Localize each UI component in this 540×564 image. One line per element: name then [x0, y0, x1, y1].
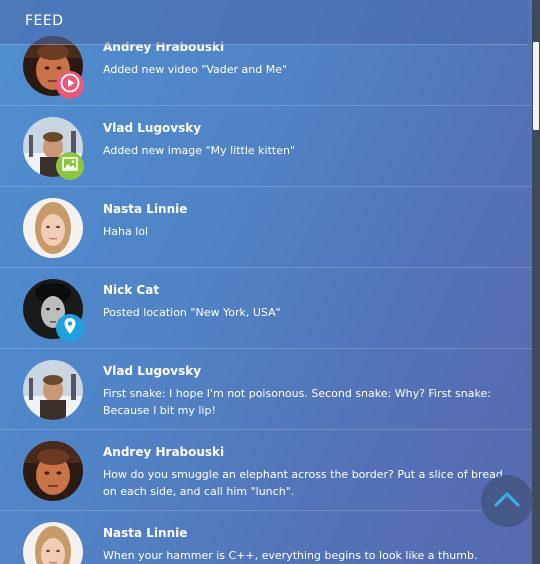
author-name: Nasta Linnie: [103, 526, 188, 540]
avatar[interactable]: [23, 360, 83, 420]
feed-item[interactable]: Nasta Linnie When your hammer is C++, ev…: [0, 511, 532, 564]
feed-item[interactable]: Vlad Lugovsky Added new image "My little…: [0, 106, 532, 187]
map-pin-icon: [60, 316, 80, 340]
feed-item[interactable]: Andrey Hrabouski How do you smuggle an e…: [0, 430, 532, 511]
video-badge: [56, 71, 84, 99]
play-icon: [60, 73, 80, 97]
feed-header: FEED: [0, 0, 528, 45]
post-text: How do you smuggle an elephant across th…: [103, 468, 503, 498]
author-name: Nasta Linnie: [103, 202, 188, 216]
scrollbar[interactable]: [532, 0, 540, 564]
post-text: When your hammer is C++, everything begi…: [103, 549, 478, 562]
post-text: Added new image "My little kitten": [103, 144, 296, 157]
image-badge: [56, 152, 84, 180]
scroll-to-top-button[interactable]: [481, 475, 533, 527]
author-name: Vlad Lugovsky: [103, 364, 202, 378]
feed-item[interactable]: Vlad Lugovsky First snake: I hope I'm no…: [0, 349, 532, 430]
feed-item[interactable]: Nick Cat Posted location "New York, USA": [0, 268, 532, 349]
feed-item[interactable]: Nasta Linnie Haha lol: [0, 187, 532, 268]
post-text: Added new video "Vader and Me": [103, 63, 288, 76]
post-text: Posted location "New York, USA": [103, 306, 281, 319]
author-name: Vlad Lugovsky: [103, 121, 202, 135]
avatar[interactable]: [23, 441, 83, 501]
page-title: FEED: [25, 13, 64, 29]
avatar[interactable]: [23, 522, 83, 564]
avatar[interactable]: [23, 198, 83, 258]
author-name: Nick Cat: [103, 283, 160, 297]
post-text: Haha lol: [103, 225, 149, 238]
chevron-up-icon: [493, 490, 521, 512]
post-text: First snake: I hope I'm not poisonous. S…: [103, 387, 491, 417]
image-icon: [60, 154, 80, 178]
location-badge: [56, 314, 84, 342]
scrollbar-thumb[interactable]: [533, 42, 539, 130]
author-name: Andrey Hrabouski: [103, 445, 225, 459]
